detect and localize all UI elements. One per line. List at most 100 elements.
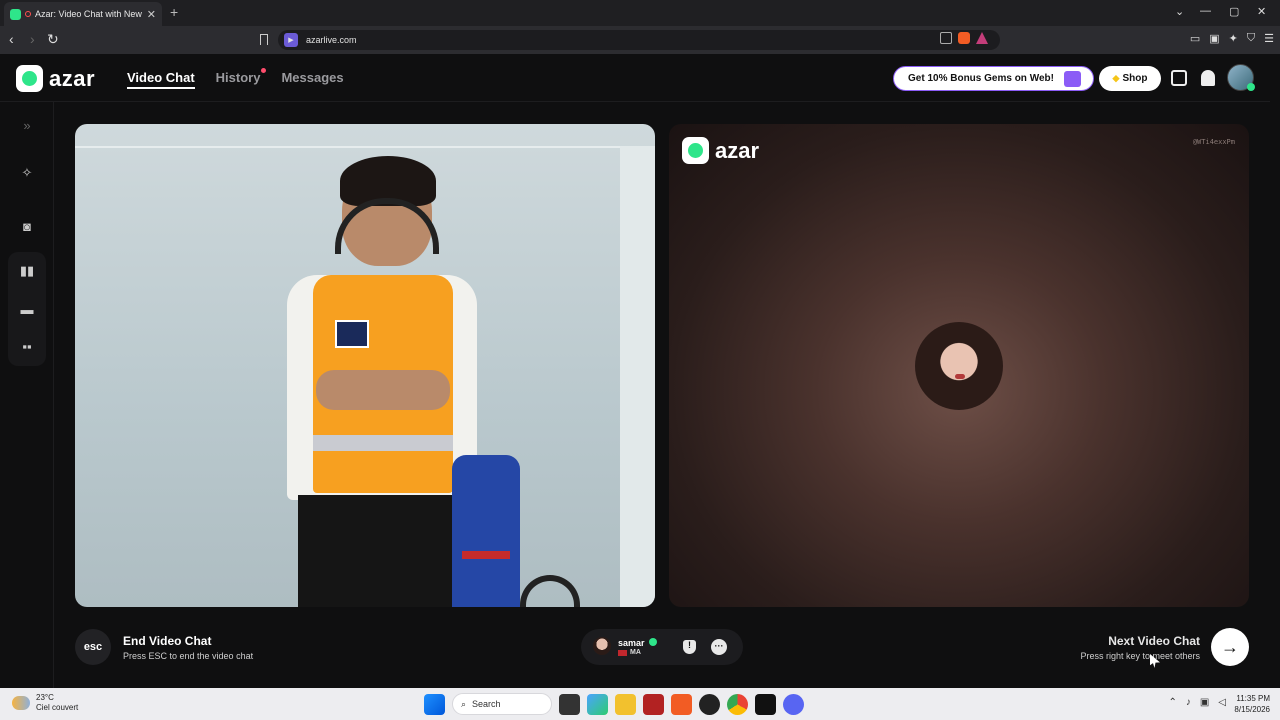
discord-icon[interactable] — [783, 693, 804, 715]
back-icon[interactable]: ‹ — [9, 31, 14, 47]
volume-icon[interactable]: ◁ — [1218, 697, 1226, 708]
minimize-window-icon[interactable]: — — [1200, 5, 1211, 17]
vest-badge — [335, 320, 369, 348]
clock-time: 11:35 PM — [1236, 694, 1270, 703]
cast-icon[interactable] — [940, 32, 952, 44]
effects-magic-wand-icon[interactable]: ✧ — [8, 156, 46, 190]
crossed-arms — [316, 370, 450, 410]
microphone-icon[interactable]: ♪ — [1186, 697, 1191, 708]
reflective-band — [313, 435, 453, 451]
vpn-icon[interactable]: ⛉ — [1247, 32, 1255, 45]
notifications-bell-icon[interactable] — [1201, 70, 1215, 86]
tab-search-chevron-icon[interactable]: ⌄ — [1175, 5, 1184, 18]
gem-icon: ◆ — [1112, 73, 1120, 83]
notification-dot-icon — [261, 68, 267, 73]
peer-info-pill: samar MA ! ··· — [581, 629, 743, 665]
maximize-window-icon[interactable]: ▢ — [1229, 5, 1239, 18]
brave-rewards-icon[interactable] — [976, 32, 988, 44]
reload-icon[interactable]: ↻ — [47, 31, 59, 48]
brave-browser-icon[interactable] — [671, 693, 692, 715]
file-explorer-icon[interactable] — [615, 693, 636, 715]
next-video-chat-hint: Press right key to meet others — [1080, 651, 1200, 661]
forward-icon[interactable]: › — [30, 31, 35, 47]
layout-stacked-icon[interactable]: ▬ — [8, 292, 46, 326]
search-icon: ⌕ — [461, 698, 467, 709]
weather-desc: Ciel couvert — [36, 703, 79, 712]
windows-start-icon[interactable] — [424, 693, 445, 715]
bookmark-icon[interactable] — [260, 34, 268, 45]
sidebar-toggle-icon[interactable]: ▭ — [1190, 32, 1200, 45]
nav-video-chat[interactable]: Video Chat — [127, 70, 195, 89]
next-video-chat-button[interactable]: → — [1211, 628, 1249, 666]
layout-pip-icon[interactable]: ▪▪ — [8, 329, 46, 363]
promo-text: Get 10% Bonus Gems on Web! — [908, 73, 1054, 84]
inventory-box-icon[interactable] — [1171, 70, 1187, 86]
peer-name: samar — [618, 638, 645, 648]
morocco-flag-icon — [618, 650, 627, 656]
backpack — [452, 455, 520, 607]
close-window-icon[interactable]: ✕ — [1257, 5, 1266, 18]
main-nav: Video Chat History Messages — [127, 68, 344, 89]
site-info-icon[interactable]: ▶ — [284, 33, 298, 47]
network-icon[interactable]: ▣ — [1200, 697, 1209, 708]
taskbar-search[interactable]: ⌕ Search — [452, 693, 552, 715]
peer-avatar[interactable] — [593, 637, 611, 655]
weather-temp: 23°C — [36, 693, 54, 702]
browser-tab-azar[interactable]: Azar: Video Chat with New Pe ✕ — [4, 2, 162, 26]
online-status-icon — [1247, 83, 1255, 91]
terminal-app-icon[interactable] — [755, 693, 776, 715]
menu-icon[interactable]: ☰ — [1264, 32, 1274, 45]
bonus-gems-promo-button[interactable]: Get 10% Bonus Gems on Web! — [893, 66, 1094, 91]
address-bar-row: ‹ › ↻ ▶ azarlive.com ▭ ▣ ✦ ⛉ ☰ — [0, 26, 1280, 54]
local-person-shorts — [298, 495, 463, 607]
shop-label: Shop — [1122, 73, 1148, 84]
system-tray: ⌃ ♪ ▣ ◁ — [1168, 697, 1226, 708]
remote-azar-logo: azar — [682, 137, 759, 164]
shop-button[interactable]: ◆ Shop — [1099, 66, 1161, 91]
browser-tab-strip: Azar: Video Chat with New Pe ✕ + ⌄ — ▢ ✕ — [0, 0, 1280, 26]
profile-avatar[interactable] — [1227, 64, 1255, 91]
wallet-icon[interactable]: ▣ — [1209, 32, 1219, 45]
peer-country: MA — [630, 649, 641, 656]
address-bar[interactable]: ▶ azarlive.com — [278, 30, 1000, 50]
filter-toggle-icon[interactable]: ◙ — [8, 209, 46, 243]
voice-app-icon[interactable] — [643, 693, 664, 715]
azar-logo-icon — [16, 65, 43, 92]
weather-widget[interactable]: 23°C Ciel couvert — [12, 693, 78, 713]
nav-messages[interactable]: Messages — [281, 70, 343, 89]
end-video-chat-title: End Video Chat — [123, 634, 212, 648]
copilot-icon[interactable] — [587, 693, 608, 715]
nav-history[interactable]: History — [216, 68, 267, 89]
azar-logo-icon — [682, 137, 709, 164]
end-video-chat-hint: Press ESC to end the video chat — [123, 651, 254, 661]
remote-video-feed: azar @WTi4exxPm — [669, 124, 1249, 607]
tab-title: Azar: Video Chat with New Pe — [35, 9, 143, 19]
remote-profile-photo — [915, 322, 1003, 410]
page-scrollbar[interactable] — [1270, 54, 1280, 688]
message-bubble-icon[interactable]: ··· — [711, 639, 727, 655]
report-shield-icon[interactable]: ! — [683, 640, 696, 654]
show-hidden-icons-chevron-icon[interactable]: ⌃ — [1168, 697, 1176, 708]
left-sidebar: » ✧ ◙ ▮▮ ▬ ▪▪ — [0, 102, 54, 688]
gift-icon — [1064, 71, 1081, 87]
brave-shields-icon[interactable] — [958, 32, 970, 44]
end-video-chat-info: End Video Chat Press ESC to end the vide… — [123, 634, 253, 661]
os-taskbar: 23°C Ciel couvert ⌕ Search ⌃ ♪ ▣ ◁ 11:35… — [0, 688, 1280, 720]
layout-side-by-side-icon[interactable]: ▮▮ — [8, 254, 46, 288]
clock-date: 8/15/2026 — [1234, 705, 1270, 714]
next-video-chat-info: Next Video Chat Press right key to meet … — [1080, 634, 1200, 661]
next-video-chat-title: Next Video Chat — [1108, 634, 1200, 648]
end-video-chat-button[interactable]: esc — [75, 629, 111, 665]
obs-icon[interactable] — [699, 693, 720, 715]
wall-corner — [620, 146, 655, 607]
logo-text: azar — [49, 65, 96, 91]
app-header: azar Video Chat History Messages Get 10%… — [0, 54, 1280, 102]
taskbar-clock[interactable]: 11:35 PM 8/15/2026 — [1234, 693, 1270, 715]
close-tab-icon[interactable]: ✕ — [147, 8, 156, 21]
azar-logo[interactable]: azar — [16, 65, 95, 92]
task-view-icon[interactable] — [559, 693, 580, 715]
leo-ai-icon[interactable]: ✦ — [1229, 32, 1238, 45]
chrome-icon[interactable] — [727, 693, 748, 715]
expand-sidebar-icon[interactable]: » — [8, 108, 46, 142]
new-tab-button[interactable]: + — [170, 4, 178, 20]
